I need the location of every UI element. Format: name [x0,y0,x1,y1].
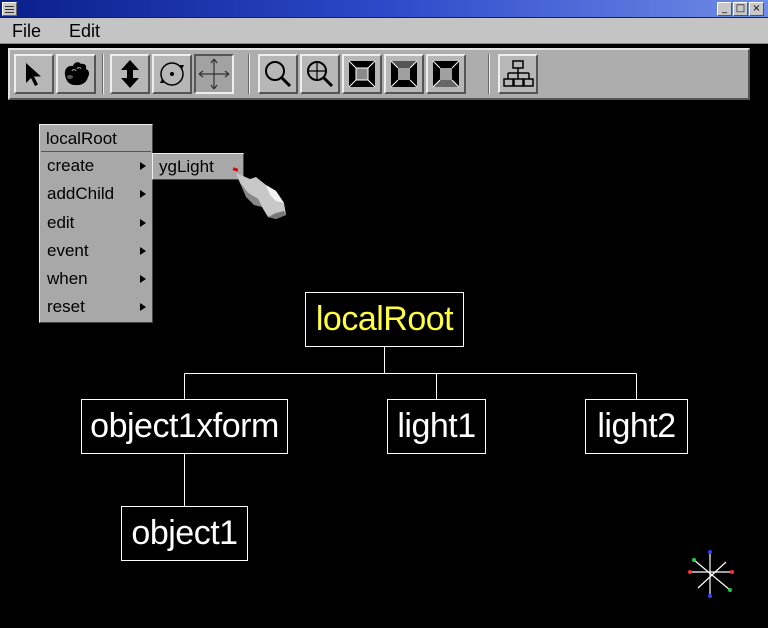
context-item-when[interactable]: when [41,266,151,292]
node-object1[interactable]: object1 [121,506,248,561]
context-item-reset[interactable]: reset [41,294,151,320]
context-item-label: event [47,241,89,260]
hand-cursor-icon [236,173,286,219]
submenu-arrow-icon [140,247,146,255]
edge-root-children [184,347,637,399]
submenu-arrow-icon [140,219,146,227]
node-light1[interactable]: light1 [387,399,486,454]
submenu-arrow-icon [140,303,146,311]
context-item-event[interactable]: event [41,238,151,264]
context-item-edit[interactable]: edit [41,210,151,236]
submenu-arrow-icon [140,275,146,283]
context-item-label: reset [47,297,85,316]
node-object1xform[interactable]: object1xform [81,399,288,454]
node-light2[interactable]: light2 [585,399,688,454]
create-submenu: ygLight [152,153,244,180]
node-localroot[interactable]: localRoot [305,292,464,347]
context-menu: localRoot create addChild edit event whe… [39,124,153,323]
submenu-arrow-icon [140,162,146,170]
context-item-label: when [47,269,88,288]
context-item-label: edit [47,213,75,232]
context-item-label: addChild [47,184,115,203]
context-item-label: create [47,156,95,175]
submenu-item-yglight[interactable]: ygLight [159,155,214,178]
submenu-arrow-icon [140,190,146,198]
context-menu-title: localRoot [41,126,151,152]
context-item-addchild[interactable]: addChild [41,181,151,207]
context-item-create[interactable]: create [41,153,151,179]
axes-gizmo-icon [688,550,734,598]
